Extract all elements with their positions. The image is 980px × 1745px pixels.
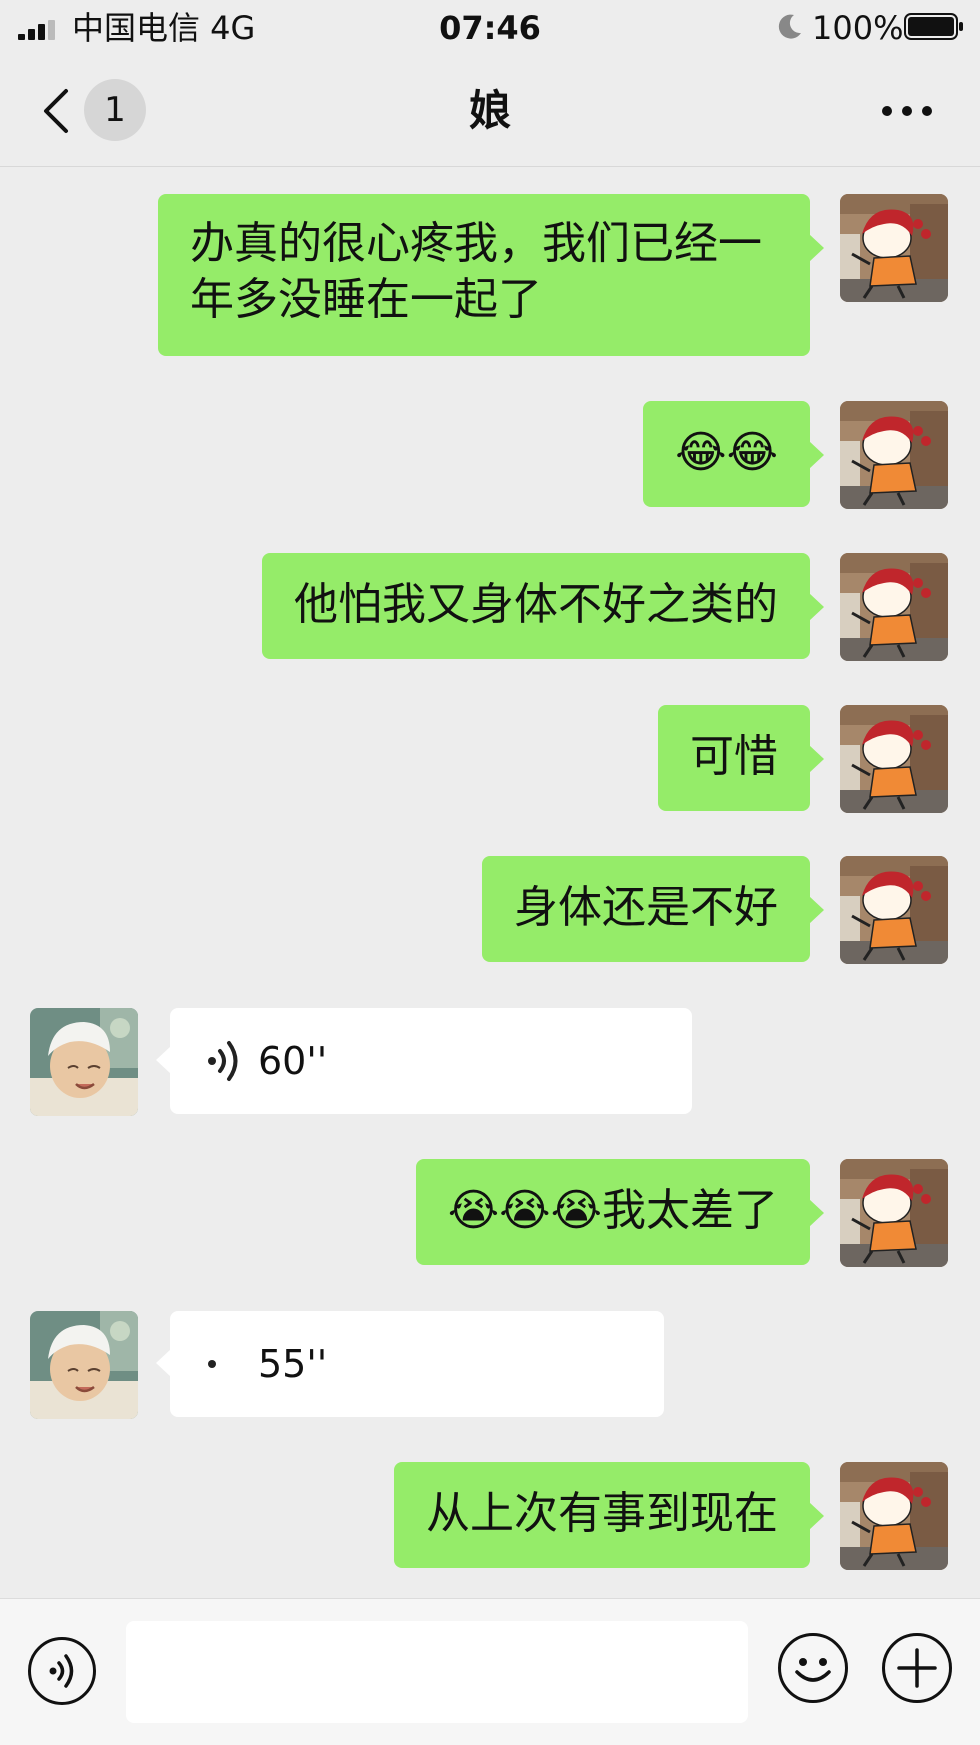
my-avatar[interactable] [840,194,948,302]
voice-wave-icon [208,1360,216,1368]
my-avatar[interactable] [840,401,948,509]
message-text: 😭😭😭我太差了 [447,1185,778,1236]
battery-percent: 100% [812,9,904,47]
message-row: 可惜 [0,705,980,813]
voice-wave-icon [208,1041,238,1081]
do-not-disturb-moon-icon [778,14,801,39]
more-actions-button[interactable] [882,1633,952,1703]
chat-title: 娘 [468,86,511,135]
my-avatar[interactable] [840,1462,948,1570]
voice-message-bubble[interactable]: 55'' [156,1311,664,1417]
message-bubble[interactable]: 可惜 [658,705,824,811]
message-bubble[interactable]: 😭😭😭我太差了 [415,1159,825,1265]
message-row: 从上次有事到现在 [0,1462,980,1570]
contact-avatar[interactable] [30,1008,138,1116]
message-text: 😂😂 [675,427,778,478]
my-avatar[interactable] [840,553,948,661]
chat-input-bar [0,1598,980,1745]
my-avatar[interactable] [840,856,948,964]
message-input[interactable] [126,1621,748,1723]
message-row: 😭😭😭我太差了 [0,1159,980,1267]
message-bubble[interactable]: 他怕我又身体不好之类的 [262,553,824,659]
contact-avatar[interactable] [30,1311,138,1419]
emoji-button[interactable] [778,1633,848,1703]
message-text: 从上次有事到现在 [426,1488,778,1539]
smiley-icon [795,1658,831,1682]
message-text: 办真的很心疼我，我们已经一年多没睡在一起了 [190,218,762,325]
voice-message-bubble[interactable]: 60'' [156,1008,692,1114]
message-row: 60'' [0,1008,980,1116]
my-avatar[interactable] [840,705,948,813]
message-row: 😂😂 [0,401,980,509]
message-row: 办真的很心疼我，我们已经一年多没睡在一起了 [0,194,980,356]
chat-header: 1 娘 [0,56,980,167]
voice-duration: 55'' [258,1342,328,1386]
plus-icon [897,1648,937,1688]
more-options-icon[interactable] [880,101,934,121]
message-row: 身体还是不好 [0,856,980,964]
message-row: 他怕我又身体不好之类的 [0,553,980,661]
voice-duration: 60'' [258,1039,328,1083]
voice-icon [49,1654,74,1688]
message-bubble[interactable]: 从上次有事到现在 [394,1462,824,1568]
message-bubble[interactable]: 办真的很心疼我，我们已经一年多没睡在一起了 [158,194,824,356]
message-text: 身体还是不好 [514,882,778,933]
message-bubble[interactable]: 😂😂 [643,401,824,507]
voice-input-button[interactable] [28,1637,96,1705]
message-text: 他怕我又身体不好之类的 [294,579,778,630]
battery-icon [904,13,963,40]
message-row: 55'' [0,1311,980,1419]
message-text: 可惜 [690,731,778,782]
message-bubble[interactable]: 身体还是不好 [482,856,824,962]
my-avatar[interactable] [840,1159,948,1267]
status-bar: 中国电信 4G 07:46 100% [0,0,980,56]
